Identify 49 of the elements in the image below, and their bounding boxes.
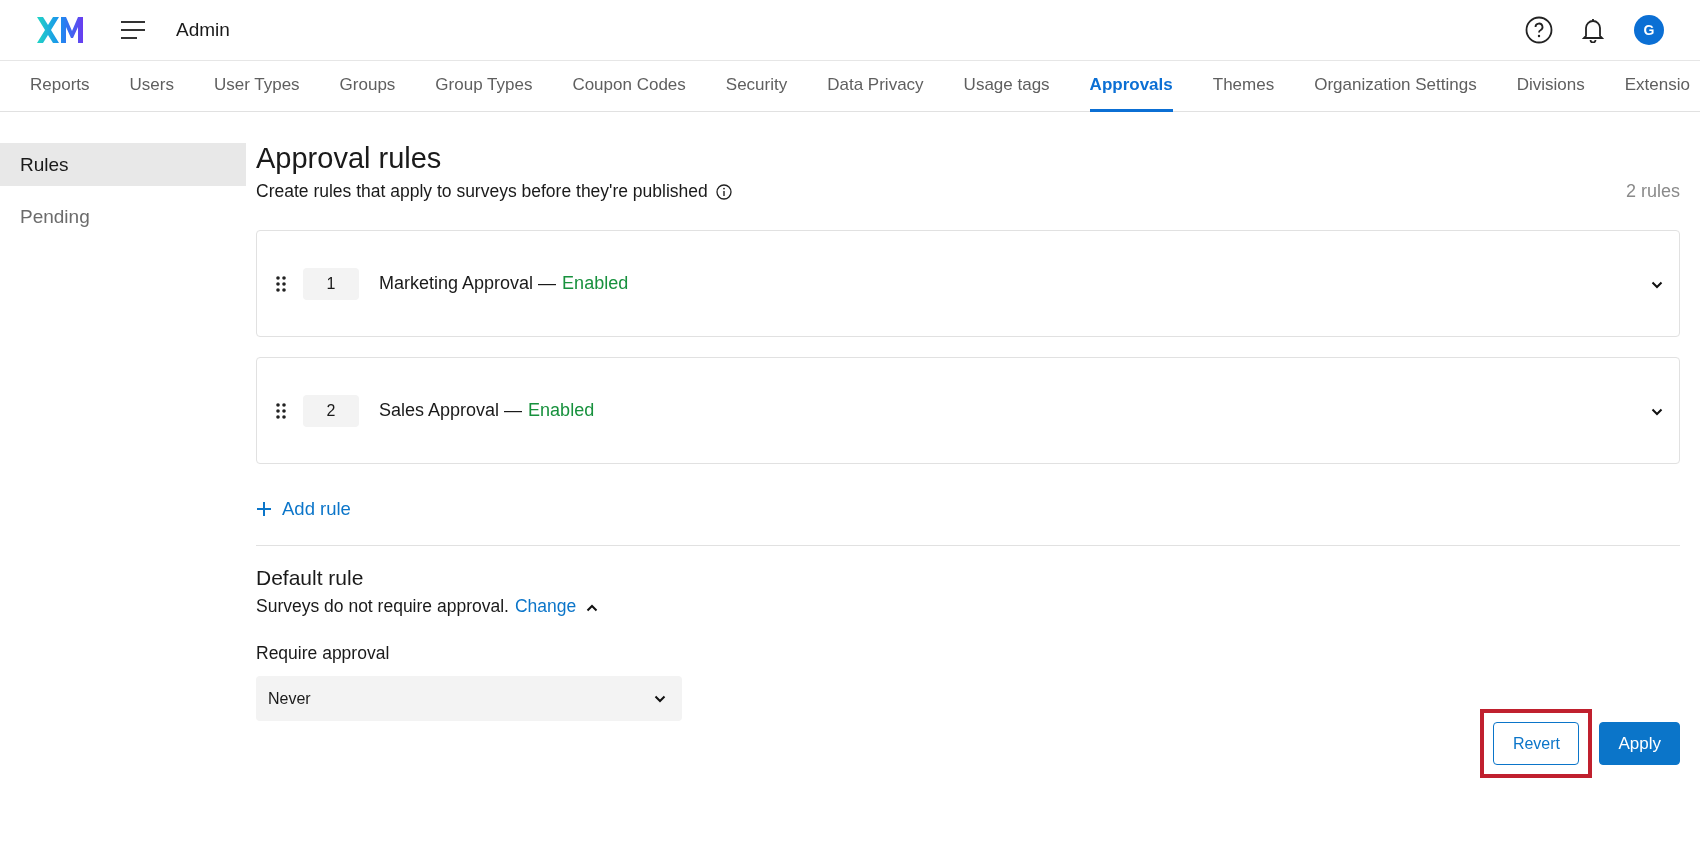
expand-chevron-icon — [1651, 407, 1663, 416]
section-heading: Approval rules — [256, 142, 443, 175]
rule-card[interactable]: 1 Marketing Approval — Enabled — [256, 230, 1680, 337]
rule-status: Enabled — [562, 273, 629, 294]
section-description: Create rules that apply to surveys before they're published — [256, 181, 708, 202]
rule-status: Enabled — [528, 400, 595, 421]
nav-tab[interactable]: Organization Settings — [1314, 61, 1477, 112]
notification-bell-icon[interactable] — [1580, 17, 1606, 43]
nav-tab[interactable]: Extensio — [1624, 61, 1690, 112]
nav-tab[interactable]: Reports — [30, 61, 90, 112]
rule-card[interactable]: 2 Sales Approval — Enabled — [256, 357, 1680, 464]
expand-chevron-icon — [1651, 280, 1663, 289]
info-icon[interactable] — [715, 183, 732, 200]
revert-button[interactable]: Revert — [1493, 722, 1580, 765]
nav-tab[interactable]: Themes — [1212, 61, 1275, 112]
rule-name: Marketing Approval — — [379, 273, 557, 294]
drag-handle-icon[interactable] — [275, 274, 287, 293]
logo-icon[interactable] — [36, 15, 84, 45]
nav-tab[interactable]: User Types — [213, 61, 300, 112]
rule-count: 2 rules — [1625, 181, 1680, 202]
nav-tab[interactable]: Usage tags — [963, 61, 1050, 112]
nav-tab[interactable]: Data Privacy — [827, 61, 924, 112]
menu-icon[interactable] — [120, 20, 146, 40]
rule-number: 1 — [303, 267, 359, 300]
field-label: Require approval — [256, 643, 391, 664]
page-title: Admin — [176, 19, 230, 41]
nav-tab[interactable]: Security — [725, 61, 788, 112]
nav-tab[interactable]: Divisions — [1516, 61, 1585, 112]
apply-button[interactable]: Apply — [1599, 722, 1680, 765]
nav-tab[interactable]: Approvals — [1089, 61, 1173, 112]
nav-tab[interactable]: Coupon Codes — [572, 61, 686, 112]
nav-tab[interactable]: Users — [129, 61, 174, 112]
plus-icon — [256, 501, 272, 517]
collapse-chevron-icon — [586, 603, 599, 612]
sidebar-item[interactable]: Pending — [0, 195, 246, 238]
nav-tab[interactable]: Group Types — [435, 61, 533, 112]
user-avatar[interactable]: G — [1634, 15, 1664, 45]
nav-tab[interactable]: Groups — [339, 61, 396, 112]
add-rule-link[interactable]: Add rule — [256, 498, 351, 520]
rule-name: Sales Approval — — [379, 400, 523, 421]
dropdown-chevron-icon — [654, 694, 666, 703]
drag-handle-icon[interactable] — [275, 401, 287, 420]
default-rule-heading: Default rule — [256, 566, 365, 590]
default-rule-description: Surveys do not require approval. — [256, 596, 509, 617]
change-link[interactable]: Change — [514, 596, 577, 617]
sidebar-item[interactable]: Rules — [0, 143, 246, 186]
rule-number: 2 — [303, 394, 359, 427]
approval-dropdown[interactable]: Never — [256, 676, 682, 721]
help-icon[interactable] — [1525, 16, 1553, 44]
